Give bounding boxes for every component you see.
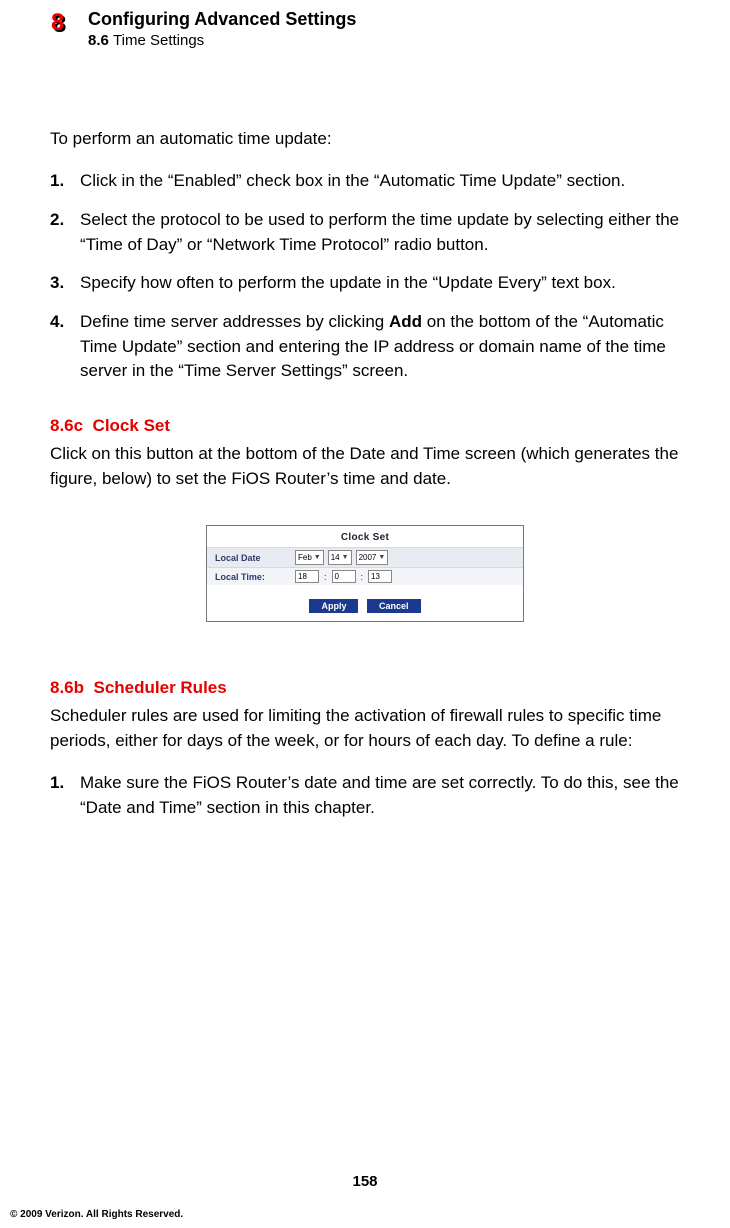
- step-number: 1.: [50, 169, 70, 194]
- step-number: 3.: [50, 271, 70, 296]
- time-minute-input[interactable]: 0: [332, 570, 356, 583]
- cancel-button[interactable]: Cancel: [367, 599, 421, 613]
- chevron-down-icon: ▼: [314, 554, 321, 561]
- step-number: 1.: [50, 771, 70, 820]
- chevron-down-icon: ▼: [378, 554, 385, 561]
- date-month-value: Feb: [298, 553, 312, 562]
- chapter-title: Configuring Advanced Settings: [88, 10, 356, 30]
- steps-list-a: 1. Click in the “Enabled” check box in t…: [50, 169, 680, 383]
- step-item: 1. Click in the “Enabled” check box in t…: [50, 169, 680, 194]
- chapter-number-icon: 8 8: [50, 10, 74, 38]
- step-text-pre: Define time server addresses by clicking: [80, 312, 389, 331]
- date-day-value: 14: [331, 553, 340, 562]
- copyright: © 2009 Verizon. All Rights Reserved.: [10, 1209, 183, 1220]
- figure-row-label-time: Local Time:: [215, 572, 295, 582]
- step-text: Select the protocol to be used to perfor…: [80, 208, 680, 257]
- svg-text:8: 8: [51, 10, 64, 36]
- step-text: Define time server addresses by clicking…: [80, 310, 680, 384]
- section-c-title: Clock Set: [93, 416, 170, 435]
- intro-text: To perform an automatic time update:: [50, 127, 680, 152]
- step-item: 1. Make sure the FiOS Router’s date and …: [50, 771, 680, 820]
- section-b-number: 8.6b: [50, 678, 84, 697]
- clock-set-figure: Clock Set Local Date Feb▼ 14▼ 2007▼ Loca…: [206, 525, 524, 622]
- step-item: 2. Select the protocol to be used to per…: [50, 208, 680, 257]
- step-number: 4.: [50, 310, 70, 384]
- section-title: Time Settings: [113, 32, 204, 49]
- step-item: 4. Define time server addresses by click…: [50, 310, 680, 384]
- page-header: 8 8 Configuring Advanced Settings 8.6 Ti…: [50, 10, 680, 49]
- step-text-bold: Add: [389, 312, 422, 331]
- date-day-select[interactable]: 14▼: [328, 550, 352, 565]
- chevron-down-icon: ▼: [342, 554, 349, 561]
- section-c-body: Click on this button at the bottom of th…: [50, 442, 680, 491]
- step-text: Specify how often to perform the update …: [80, 271, 616, 296]
- section-b-title: Scheduler Rules: [93, 678, 226, 697]
- step-text: Click in the “Enabled” check box in the …: [80, 169, 625, 194]
- date-year-value: 2007: [359, 553, 377, 562]
- section-number: 8.6: [88, 32, 109, 49]
- time-hour-input[interactable]: 18: [295, 570, 319, 583]
- step-number: 2.: [50, 208, 70, 257]
- section-subtitle: 8.6 Time Settings: [88, 32, 356, 49]
- section-b-body: Scheduler rules are used for limiting th…: [50, 704, 680, 753]
- page-number: 158: [0, 1173, 730, 1190]
- section-heading-c: 8.6c Clock Set: [50, 416, 680, 436]
- section-heading-b: 8.6b Scheduler Rules: [50, 678, 680, 698]
- section-c-number: 8.6c: [50, 416, 83, 435]
- step-item: 3. Specify how often to perform the upda…: [50, 271, 680, 296]
- figure-row-label-date: Local Date: [215, 553, 295, 563]
- figure-title: Clock Set: [207, 526, 523, 547]
- steps-list-b: 1. Make sure the FiOS Router’s date and …: [50, 771, 680, 820]
- apply-button[interactable]: Apply: [309, 599, 358, 613]
- time-second-input[interactable]: 13: [368, 570, 392, 583]
- date-year-select[interactable]: 2007▼: [356, 550, 389, 565]
- step-text: Make sure the FiOS Router’s date and tim…: [80, 771, 680, 820]
- date-month-select[interactable]: Feb▼: [295, 550, 324, 565]
